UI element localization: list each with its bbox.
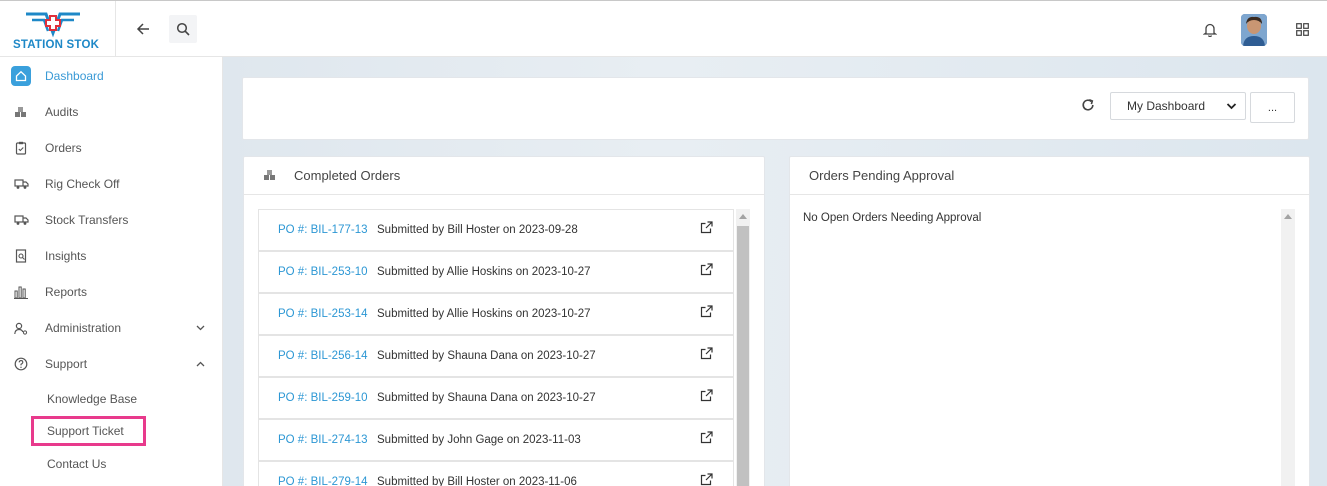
dashboard-toolbar: My Dashboard ...	[242, 77, 1309, 140]
chevron-down-icon	[1226, 100, 1237, 115]
external-link-icon[interactable]	[700, 305, 713, 321]
card-title: Orders Pending Approval	[809, 168, 955, 183]
user-gear-icon	[11, 318, 31, 338]
external-link-icon[interactable]	[700, 389, 713, 405]
logo[interactable]: STATION STOK	[0, 1, 116, 57]
sidebar-item-administration[interactable]: Administration	[0, 310, 222, 346]
order-row: PO #: BIL-177-13 Submitted by Bill Hoste…	[258, 209, 734, 251]
pending-orders-card: Orders Pending Approval No Open Orders N…	[789, 156, 1310, 486]
app-name: STATION STOK	[13, 39, 100, 51]
notifications-button[interactable]	[1196, 15, 1224, 43]
external-link-icon[interactable]	[700, 473, 713, 486]
order-submitted-text: Submitted by Shauna Dana on 2023-10-27	[377, 392, 596, 404]
sidebar-item-label: Audits	[45, 105, 79, 119]
avatar[interactable]	[1241, 14, 1267, 46]
boxes-icon	[263, 169, 277, 184]
sidebar-item-label: Support	[45, 357, 88, 371]
chevron-down-icon	[196, 323, 205, 334]
order-row: PO #: BIL-259-10 Submitted by Shauna Dan…	[258, 377, 734, 419]
scrollbar[interactable]	[736, 209, 750, 486]
scrollbar-thumb[interactable]	[737, 226, 749, 486]
order-submitted-text: Submitted by Bill Hoster on 2023-11-06	[377, 476, 577, 486]
report-search-icon	[11, 246, 31, 266]
empty-state-text: No Open Orders Needing Approval	[803, 212, 982, 224]
sidebar-subitem-knowledge-base[interactable]: Knowledge Base	[47, 392, 137, 406]
order-submitted-text: Submitted by Shauna Dana on 2023-10-27	[377, 350, 596, 362]
top-bar: STATION STOK	[0, 0, 1327, 57]
sidebar-item-label: Administration	[45, 321, 122, 335]
sidebar-item-label: Insights	[45, 249, 87, 263]
external-link-icon[interactable]	[700, 347, 713, 363]
dashboard-select[interactable]: My Dashboard	[1110, 92, 1246, 120]
order-row: PO #: BIL-253-14 Submitted by Allie Hosk…	[258, 293, 734, 335]
boxes-icon	[11, 102, 31, 122]
chevron-up-icon	[196, 359, 205, 370]
arrow-left-icon	[136, 23, 149, 35]
search-button[interactable]	[169, 15, 197, 43]
external-link-icon[interactable]	[700, 263, 713, 279]
completed-orders-card: Completed Orders PO #: BIL-177-13 Submit…	[243, 156, 765, 486]
sidebar-item-reports[interactable]: Reports	[0, 274, 222, 310]
po-link[interactable]: PO #: BIL-253-14	[278, 308, 368, 320]
sidebar-item-stock-transfers[interactable]: Stock Transfers	[0, 202, 222, 238]
home-icon	[11, 66, 31, 86]
card-header: Orders Pending Approval	[790, 157, 1309, 195]
sidebar-item-label: Stock Transfers	[45, 213, 129, 227]
order-row: PO #: BIL-279-14 Submitted by Bill Hoste…	[258, 461, 734, 486]
scroll-up-icon[interactable]	[739, 214, 747, 219]
more-button[interactable]: ...	[1250, 92, 1295, 123]
scrollbar[interactable]	[1281, 209, 1295, 486]
external-link-icon[interactable]	[700, 431, 713, 447]
sidebar-item-insights[interactable]: Insights	[0, 238, 222, 274]
po-link[interactable]: PO #: BIL-253-10	[278, 266, 368, 278]
card-header: Completed Orders	[244, 157, 764, 195]
main-content: My Dashboard ... Completed Orders PO #: …	[223, 57, 1327, 486]
order-submitted-text: Submitted by John Gage on 2023-11-03	[377, 434, 581, 446]
scroll-up-icon[interactable]	[1284, 214, 1292, 219]
station-stok-logo-icon	[26, 12, 80, 38]
po-link[interactable]: PO #: BIL-259-10	[278, 392, 368, 404]
help-circle-icon	[11, 354, 31, 374]
po-link[interactable]: PO #: BIL-274-13	[278, 434, 368, 446]
sidebar-item-audits[interactable]: Audits	[0, 94, 222, 130]
refresh-icon[interactable]	[1081, 98, 1095, 115]
highlight-box	[31, 416, 146, 446]
sidebar-item-rig-check-off[interactable]: Rig Check Off	[0, 166, 222, 202]
sidebar-subitem-contact-us[interactable]: Contact Us	[47, 457, 106, 471]
sidebar-item-support[interactable]: Support	[0, 346, 222, 382]
bell-icon	[1203, 23, 1217, 37]
sidebar-item-orders[interactable]: Orders	[0, 130, 222, 166]
back-button[interactable]	[129, 15, 157, 43]
bar-chart-icon	[11, 282, 31, 302]
order-row: PO #: BIL-274-13 Submitted by John Gage …	[258, 419, 734, 461]
grid-icon	[1295, 22, 1309, 36]
truck-icon	[11, 210, 31, 230]
order-row: PO #: BIL-256-14 Submitted by Shauna Dan…	[258, 335, 734, 377]
po-link[interactable]: PO #: BIL-177-13	[278, 224, 368, 236]
external-link-icon[interactable]	[700, 221, 713, 237]
sidebar-item-label: Orders	[45, 141, 82, 155]
order-row: PO #: BIL-253-10 Submitted by Allie Hosk…	[258, 251, 734, 293]
sidebar: Dashboard Audits Orders Rig Check Off St…	[0, 57, 223, 486]
card-title: Completed Orders	[294, 168, 401, 183]
sidebar-item-label: Reports	[45, 285, 88, 299]
order-submitted-text: Submitted by Allie Hoskins on 2023-10-27	[377, 266, 591, 278]
po-link[interactable]: PO #: BIL-256-14	[278, 350, 368, 362]
clipboard-icon	[11, 138, 31, 158]
po-link[interactable]: PO #: BIL-279-14	[278, 476, 368, 486]
dashboard-select-value: My Dashboard	[1127, 99, 1206, 113]
sidebar-item-dashboard[interactable]: Dashboard	[0, 58, 222, 94]
truck-check-icon	[11, 174, 31, 194]
order-submitted-text: Submitted by Bill Hoster on 2023-09-28	[377, 224, 578, 236]
order-submitted-text: Submitted by Allie Hoskins on 2023-10-27	[377, 308, 591, 320]
sidebar-item-label: Rig Check Off	[45, 177, 120, 191]
search-icon	[176, 22, 190, 36]
apps-button[interactable]	[1288, 15, 1316, 43]
sidebar-item-label: Dashboard	[45, 69, 104, 83]
